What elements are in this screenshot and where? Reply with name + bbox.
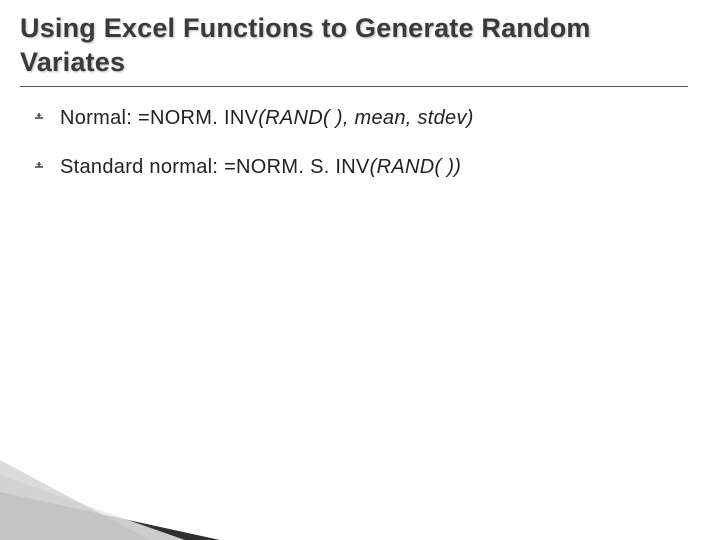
- formula-prefix: =NORM. INV: [138, 107, 258, 129]
- bullet-text: Standard normal: =NORM. S. INV(RAND( )): [60, 154, 461, 181]
- formula-args: (RAND( )): [370, 156, 462, 178]
- formula-args: (RAND( ), mean, stdev): [258, 107, 474, 129]
- bullet-label: Standard normal:: [60, 156, 224, 178]
- bullet-item: Standard normal: =NORM. S. INV(RAND( )): [34, 154, 678, 181]
- bullet-icon: [34, 156, 46, 176]
- slide: Using Excel Functions to Generate Random…: [0, 0, 720, 540]
- formula-prefix: =NORM. S. INV: [224, 156, 370, 178]
- slide-body: Normal: =NORM. INV(RAND( ), mean, stdev)…: [20, 87, 688, 181]
- bullet-item: Normal: =NORM. INV(RAND( ), mean, stdev): [34, 105, 678, 132]
- corner-decoration: [0, 430, 220, 540]
- bullet-label: Normal:: [60, 107, 138, 129]
- slide-title: Using Excel Functions to Generate Random…: [20, 12, 688, 80]
- bullet-text: Normal: =NORM. INV(RAND( ), mean, stdev): [60, 105, 474, 132]
- bullet-icon: [34, 107, 46, 127]
